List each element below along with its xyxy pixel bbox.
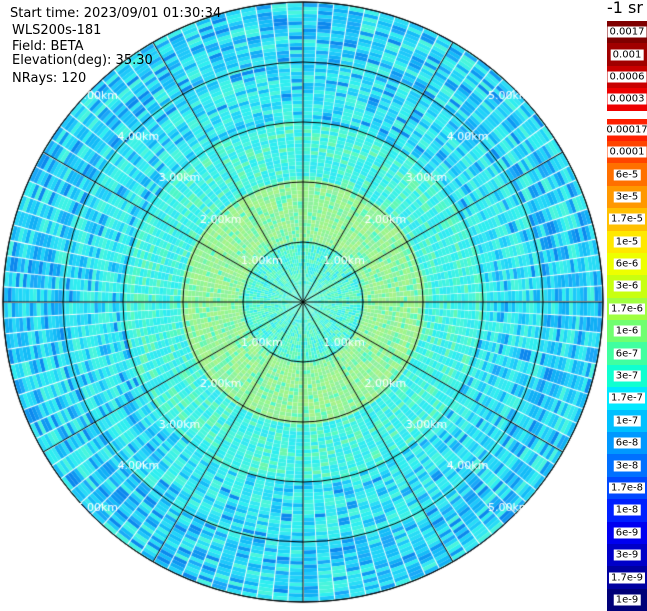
colorbar-cell: 0.0003 bbox=[607, 88, 647, 111]
colorbar-cell: 6e-8 bbox=[607, 432, 647, 455]
colorbar-tick-label: 6e-8 bbox=[613, 437, 641, 449]
colorbar-cell: 1.7e-6 bbox=[607, 297, 647, 321]
colorbar-tick-label: 1.7e-7 bbox=[608, 392, 646, 404]
colorbar-cell: 1.7e-7 bbox=[607, 387, 647, 410]
colorbar-tick-label: 1e-8 bbox=[613, 504, 641, 516]
colorbar-tick-label: 1e-6 bbox=[613, 325, 641, 337]
colorbar-tick-label: 1e-5 bbox=[613, 236, 641, 248]
instrument-label: WLS200s-181 bbox=[12, 23, 102, 38]
field-label: Field: BETA bbox=[12, 39, 84, 54]
colorbar-tick-label: 1.7e-8 bbox=[608, 482, 646, 494]
start-time-label: Start time: 2023/09/01 01:30:34 bbox=[10, 6, 222, 21]
elevation-label: Elevation(deg): 35.30 bbox=[12, 53, 153, 68]
colorbar-tick-label: 0.001 bbox=[610, 49, 644, 61]
colorbar-tick-label: 1.7e-9 bbox=[608, 572, 646, 584]
colorbar-cell: 1e-6 bbox=[607, 320, 647, 343]
colorbar-tick-label: 6e-9 bbox=[613, 527, 641, 539]
colorbar-tick-label: 3e-7 bbox=[613, 370, 641, 382]
colorbar-unit: -1 sr bbox=[607, 0, 643, 17]
colorbar-cell: 1.7e-8 bbox=[607, 476, 647, 500]
colorbar-tick-label: 0.0017 bbox=[607, 26, 647, 38]
colorbar-cell: 6e-6 bbox=[607, 252, 647, 276]
polar-heatmap-plot bbox=[0, 0, 647, 607]
colorbar-cell: 6e-9 bbox=[607, 521, 647, 544]
colorbar-cell: 1.7e-5 bbox=[607, 208, 647, 231]
colorbar-tick-label: 6e-7 bbox=[613, 348, 641, 360]
colorbar-cell: 0.0006 bbox=[607, 65, 647, 89]
colorbar-tick-label: 1e-7 bbox=[613, 415, 641, 427]
colorbar-cell: 6e-7 bbox=[607, 342, 647, 365]
colorbar-cell: 1e-7 bbox=[607, 409, 647, 433]
colorbar-tick-label: 0.0006 bbox=[607, 71, 647, 83]
colorbar-tick-label: 3e-8 bbox=[613, 460, 641, 472]
colorbar-tick-label: 1.7e-5 bbox=[608, 213, 646, 225]
colorbar-tick-label: 3e-5 bbox=[613, 191, 641, 203]
colorbar-tick-label: 0.0003 bbox=[607, 93, 647, 105]
colorbar-cell: 1e-5 bbox=[607, 230, 647, 253]
colorbar-tick-label: 0.00017 bbox=[604, 124, 647, 136]
colorbar-tick-label: 0.0001 bbox=[607, 146, 647, 158]
colorbar-tick-label: 6e-5 bbox=[613, 169, 641, 181]
nrays-label: NRays: 120 bbox=[12, 71, 87, 86]
colorbar-tick-label: 3e-6 bbox=[613, 280, 641, 292]
colorbar-cell: 0.0017 bbox=[607, 21, 647, 44]
colorbar-cell: 3e-6 bbox=[607, 275, 647, 298]
colorbar-cell: 1e-8 bbox=[607, 499, 647, 522]
colorbar-tick-label: 1e-9 bbox=[613, 594, 641, 606]
colorbar-cell: 0.0001 bbox=[607, 140, 647, 164]
colorbar-cell: 3e-8 bbox=[607, 454, 647, 477]
colorbar-cell: 3e-7 bbox=[607, 364, 647, 388]
colorbar-tick-label: 6e-6 bbox=[613, 258, 641, 270]
colorbar-cell: 0.00017 bbox=[604, 118, 647, 141]
colorbar-cell: 0.001 bbox=[607, 43, 647, 66]
colorbar-cell: 6e-5 bbox=[607, 163, 647, 186]
colorbar-tick-label: 3e-9 bbox=[613, 549, 641, 561]
colorbar-tick-label: 1.7e-6 bbox=[608, 303, 646, 315]
colorbar-cell: 3e-5 bbox=[607, 185, 647, 209]
colorbar-cell: 1.7e-9 bbox=[607, 566, 647, 589]
colorbar-cell: 3e-9 bbox=[607, 543, 647, 567]
colorbar: 0.0017 0.001 0.0006 0.0003 0.00017 0.0001 6e-5… bbox=[604, 21, 647, 611]
colorbar-cell: 1e-9 bbox=[607, 588, 647, 611]
colorbar-gap bbox=[607, 110, 647, 119]
